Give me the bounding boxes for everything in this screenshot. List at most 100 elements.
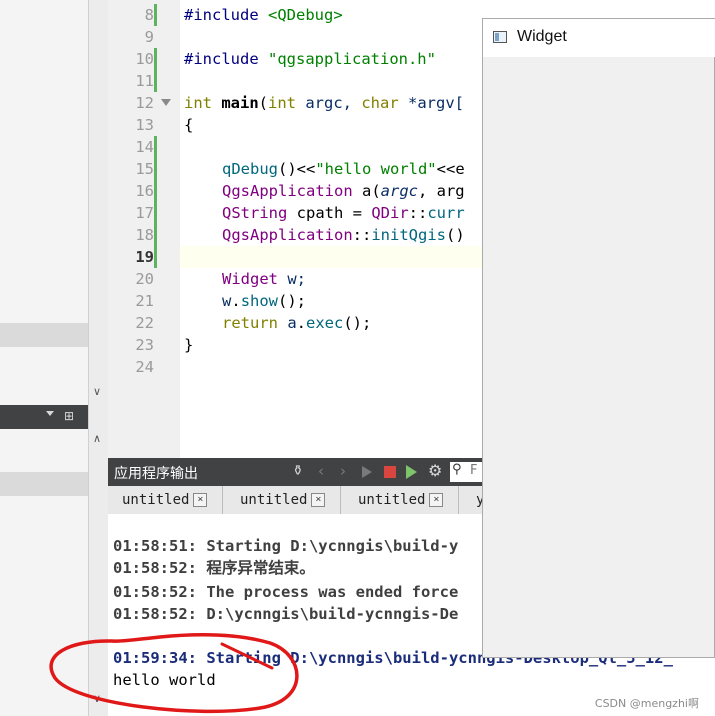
code-token: int xyxy=(184,94,212,112)
output-line: 01:58:52: 程序异常结束。 xyxy=(113,559,315,577)
code-token: cpath = xyxy=(287,204,372,222)
code-line-15: qDebug()<<"hello world"<<e xyxy=(222,158,465,180)
fold-arrow-icon[interactable] xyxy=(161,99,171,106)
clean-icon[interactable]: ⚱ xyxy=(292,463,304,479)
line-number: 16 xyxy=(135,182,154,200)
code-token: QString xyxy=(222,204,288,222)
output-tab[interactable]: untitled × xyxy=(344,486,459,514)
dropdown-arrow-icon[interactable] xyxy=(46,411,54,416)
chevron-down-icon[interactable]: ∨ xyxy=(93,692,101,705)
code-line-10: #include "qgsapplication.h" xyxy=(184,48,436,70)
code-token: #include xyxy=(184,50,268,68)
changed-line-marker xyxy=(154,48,157,70)
stop-icon[interactable] xyxy=(384,466,396,478)
code-token: , arg xyxy=(417,182,465,200)
close-icon[interactable]: × xyxy=(193,493,208,507)
code-line-8: #include <QDebug> xyxy=(184,4,343,26)
code-token: QDir xyxy=(371,204,409,222)
line-number: 20 xyxy=(135,270,154,288)
code-token: a xyxy=(278,314,297,332)
line-number-current: 19 xyxy=(135,248,154,266)
chevron-down-icon[interactable]: ∨ xyxy=(93,385,101,398)
filter-placeholder: F xyxy=(470,463,478,478)
sidebar-selected-row[interactable] xyxy=(0,323,88,347)
output-tab[interactable]: untitled × xyxy=(108,486,223,514)
output-tab-label: untitled xyxy=(240,492,308,508)
gear-icon[interactable]: ⚙ xyxy=(428,461,442,480)
code-line-21: w.show(); xyxy=(222,290,306,312)
code-line-22: return a.exec(); xyxy=(222,312,371,334)
code-token: qDebug xyxy=(222,160,278,178)
code-token: w xyxy=(222,292,232,310)
changed-line-marker xyxy=(154,70,157,92)
line-number: 15 xyxy=(135,160,154,178)
line-number: 23 xyxy=(135,336,154,354)
code-token: :: xyxy=(352,226,372,244)
code-line-18: QgsApplication::initQgis() xyxy=(222,224,465,246)
output-line: 01:58:52: D:\ycnngis\build-ycnngis-De xyxy=(113,605,459,623)
code-token: Widget xyxy=(222,270,278,288)
widget-window[interactable] xyxy=(482,18,715,658)
line-number: 14 xyxy=(135,138,154,156)
line-number: 8 xyxy=(144,6,154,24)
code-token: argc, xyxy=(296,94,362,112)
line-number: 9 xyxy=(144,28,154,46)
line-number: 13 xyxy=(135,116,154,134)
split-icon[interactable]: ⊞ xyxy=(64,409,74,423)
code-token: <<e xyxy=(436,160,465,178)
code-token: () xyxy=(445,226,465,244)
code-token: . xyxy=(231,292,241,310)
code-line-13: { xyxy=(184,116,194,134)
code-token: #include xyxy=(184,6,268,24)
close-icon[interactable]: × xyxy=(311,493,326,507)
sidebar-scrollbar[interactable]: ∨ ∧ ∨ xyxy=(88,0,108,716)
output-tab-bar: untitled× untitled× untitled× y xyxy=(108,486,482,515)
output-tab-label: untitled xyxy=(122,492,190,508)
watermark: CSDN @mengzhi啊 xyxy=(594,697,699,710)
line-number: 10 xyxy=(135,50,154,68)
code-token: show xyxy=(240,292,279,310)
code-token: <QDebug> xyxy=(268,6,343,24)
current-line-highlight xyxy=(180,246,482,268)
debug-run-icon[interactable] xyxy=(406,465,417,479)
line-number: 24 xyxy=(135,358,154,376)
search-icon: ⚲ xyxy=(452,462,462,477)
output-line: 01:58:51: Starting D:\ycnngis\build-y xyxy=(113,537,459,555)
output-line-hello: hello world xyxy=(113,671,216,689)
changed-line-marker xyxy=(154,4,157,26)
code-token: "qgsapplication.h" xyxy=(268,50,436,68)
output-tab[interactable]: untitled × xyxy=(226,486,341,514)
line-number: 12 xyxy=(135,94,154,112)
close-icon[interactable]: × xyxy=(429,493,444,507)
code-token: (); xyxy=(343,314,372,332)
code-token: char xyxy=(361,94,399,112)
code-token: w; xyxy=(278,270,306,288)
chevron-up-icon[interactable]: ∧ xyxy=(93,432,101,445)
output-line: 01:58:52: The process was ended force xyxy=(113,583,459,601)
widget-title-bar[interactable]: Widget xyxy=(483,19,715,57)
code-token: (); xyxy=(278,292,307,310)
line-number: 22 xyxy=(135,314,154,332)
code-token: argc xyxy=(380,182,418,200)
code-token: initQgis xyxy=(371,226,446,244)
sidebar-selected-row-2[interactable] xyxy=(0,472,88,496)
code-line-17: QString cpath = QDir::curr xyxy=(222,202,465,224)
window-icon xyxy=(493,31,507,43)
line-number: 21 xyxy=(135,292,154,310)
output-tab[interactable]: y xyxy=(462,486,482,514)
code-token: :: xyxy=(408,204,428,222)
left-sidebar-panel xyxy=(0,0,88,716)
next-arrow-icon[interactable]: › xyxy=(340,462,346,480)
prev-arrow-icon[interactable]: ‹ xyxy=(318,462,324,480)
widget-title: Widget xyxy=(517,28,567,45)
line-number: 18 xyxy=(135,226,154,244)
changed-line-marker xyxy=(154,136,157,268)
output-pane-title: 应用程序输出 xyxy=(114,466,198,482)
output-tab-label: untitled xyxy=(358,492,426,508)
code-token: "hello world" xyxy=(315,160,437,178)
run-icon[interactable] xyxy=(362,466,372,478)
code-token: a( xyxy=(352,182,381,200)
code-token: ( xyxy=(258,94,269,112)
code-token: curr xyxy=(427,204,465,222)
code-token: ()<< xyxy=(278,160,316,178)
